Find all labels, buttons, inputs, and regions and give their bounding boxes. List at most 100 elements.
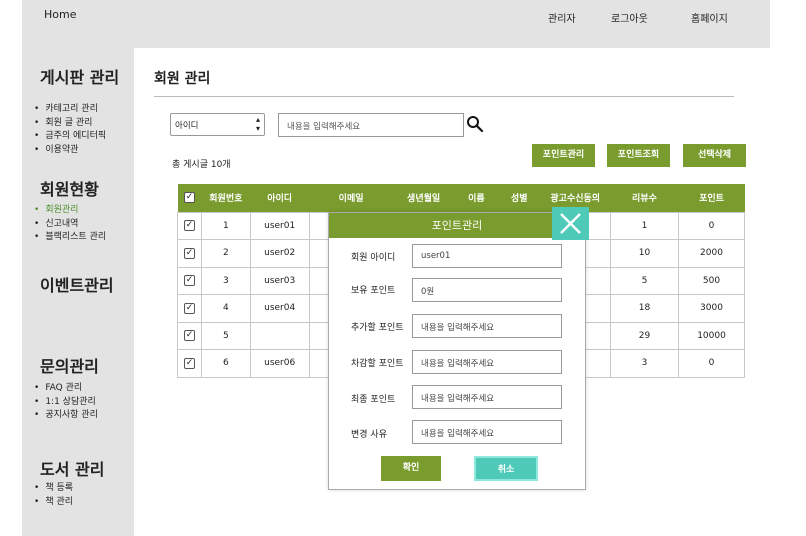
label-deduct-points: 차감할 포인트	[351, 359, 404, 369]
cell-points: 3000	[678, 294, 745, 323]
point-manage-button[interactable]: 포인트관리	[532, 144, 595, 167]
logout-link[interactable]: 로그아웃	[611, 10, 648, 25]
col-name[interactable]: 이름	[454, 184, 499, 212]
final-points-field[interactable]: 내용을 입력해주세요	[412, 385, 562, 409]
sidebar-item-category[interactable]: 카테고리 관리	[34, 103, 106, 117]
row-checkbox[interactable]: ✓	[184, 247, 196, 259]
row-checkbox[interactable]: ✓	[184, 302, 196, 314]
confirm-button[interactable]: 확인	[381, 456, 441, 481]
sidebar-item-blacklist[interactable]: 블랙리스트 관리	[34, 231, 106, 245]
sidebar-section-event[interactable]: 이벤트관리	[40, 272, 114, 296]
cell-user-id: user04	[249, 294, 310, 323]
row-checkbox[interactable]: ✓	[184, 275, 196, 287]
title-divider	[154, 96, 734, 97]
cell-user-id: user03	[249, 266, 310, 295]
cell-member-no: 1	[201, 211, 251, 240]
cell-review-count: 29	[609, 321, 680, 350]
sidebar-item-notice[interactable]: 공지사항 관리	[34, 409, 98, 423]
select-arrows-icon: ▴ ▾	[255, 115, 260, 133]
select-all-checkbox[interactable]: ✓	[184, 192, 196, 204]
sidebar-board-list: 카테고리 관리 회원 글 관리 금주의 에디터픽 이용약관	[34, 103, 106, 157]
sidebar-section-inquiry[interactable]: 문의관리	[40, 353, 99, 377]
col-member-no[interactable]: 회원번호	[201, 184, 251, 212]
select-all-cell: ✓	[177, 184, 202, 212]
col-gender[interactable]: 성별	[498, 184, 541, 212]
cell-user-id: user01	[249, 211, 310, 240]
sidebar-item-reports[interactable]: 신고내역	[34, 218, 106, 232]
search-input[interactable]: 내용을 입력해주세요	[278, 113, 464, 137]
point-manage-modal: 포인트관리 회원 아이디 user01 보유 포인트 0원 추가할 포인트 내용…	[328, 212, 586, 490]
sidebar-item-book-register[interactable]: 책 등록	[34, 482, 73, 496]
point-view-button[interactable]: 포인트조회	[607, 144, 670, 167]
change-reason-field[interactable]: 내용을 입력해주세요	[412, 420, 562, 444]
cell-points: 0	[678, 211, 745, 240]
col-email[interactable]: 이메일	[309, 184, 393, 212]
modal-close-button[interactable]	[552, 207, 589, 240]
cell-member-no: 2	[201, 239, 251, 268]
sidebar-books-list: 책 등록 책 관리	[34, 482, 73, 509]
cell-points: 500	[678, 266, 745, 295]
post-count: 총 게시글 10개	[172, 160, 231, 170]
sidebar-item-book-manage[interactable]: 책 관리	[34, 496, 73, 510]
cell-review-count: 3	[609, 349, 680, 378]
cell-member-no: 5	[201, 321, 251, 350]
cell-review-count: 18	[609, 294, 680, 323]
sidebar-item-editor-pick[interactable]: 금주의 에디터픽	[34, 130, 106, 144]
delete-selected-button[interactable]: 선택삭제	[683, 144, 746, 167]
sidebar-item-consult[interactable]: 1:1 상담관리	[34, 396, 98, 410]
home-link[interactable]: Home	[44, 8, 76, 21]
row-checkbox-cell: ✓	[176, 211, 203, 240]
sidebar-members-list: 회원관리 신고내역 블랙리스트 관리	[34, 204, 106, 245]
row-checkbox[interactable]: ✓	[184, 330, 196, 342]
row-checkbox-cell: ✓	[176, 349, 203, 378]
cell-user-id: user06	[249, 349, 310, 378]
cell-points: 2000	[678, 239, 745, 268]
label-add-points: 추가할 포인트	[351, 323, 404, 333]
row-checkbox-cell: ✓	[176, 266, 203, 295]
sidebar-section-books[interactable]: 도서 관리	[40, 456, 104, 480]
row-checkbox-cell: ✓	[176, 294, 203, 323]
cell-user-id: user02	[249, 239, 310, 268]
col-user-id[interactable]: 아이디	[250, 184, 310, 212]
cell-review-count: 10	[609, 239, 680, 268]
member-id-field[interactable]: user01	[412, 244, 562, 268]
label-current-points: 보유 포인트	[351, 286, 396, 296]
current-points-field[interactable]: 0원	[412, 278, 562, 302]
col-points[interactable]: 포인트	[678, 184, 745, 212]
sidebar-item-faq[interactable]: FAQ 관리	[34, 382, 98, 396]
cell-member-no: 4	[201, 294, 251, 323]
sidebar-item-member-manage[interactable]: 회원관리	[34, 204, 106, 218]
row-checkbox-cell: ✓	[176, 321, 203, 350]
label-final-points: 최종 포인트	[351, 395, 396, 405]
cell-member-no: 3	[201, 266, 251, 295]
cell-member-no: 6	[201, 349, 251, 378]
label-change-reason: 변경 사유	[351, 430, 387, 440]
cell-points: 10000	[678, 321, 745, 350]
row-checkbox[interactable]: ✓	[184, 220, 196, 232]
homepage-link[interactable]: 홈페이지	[691, 10, 728, 25]
col-review-count[interactable]: 리뷰수	[610, 184, 679, 212]
top-bar: Home 관리자 로그아웃 홈페이지	[22, 0, 770, 48]
cell-user-id	[249, 321, 310, 350]
add-points-field[interactable]: 내용을 입력해주세요	[412, 314, 562, 338]
cancel-button[interactable]: 취소	[474, 456, 538, 481]
row-checkbox[interactable]: ✓	[184, 357, 196, 369]
search-type-value: 아이디	[175, 121, 199, 131]
app: Home 관리자 로그아웃 홈페이지 게시판 관리 카테고리 관리 회원 글 관…	[0, 0, 806, 536]
col-birthdate[interactable]: 생년월일	[392, 184, 455, 212]
sidebar-section-board[interactable]: 게시판 관리	[40, 64, 119, 88]
table-header-row: ✓ 회원번호 아이디 이메일 생년월일 이름 성별 광고수신동의 리뷰수 포인트	[177, 184, 745, 212]
row-checkbox-cell: ✓	[176, 239, 203, 268]
search-icon[interactable]	[466, 115, 484, 133]
deduct-points-field[interactable]: 내용을 입력해주세요	[412, 350, 562, 374]
search-type-select[interactable]: 아이디 ▴ ▾	[170, 113, 265, 136]
cell-points: 0	[678, 349, 745, 378]
admin-link[interactable]: 관리자	[548, 10, 576, 25]
sidebar-item-member-posts[interactable]: 회원 글 관리	[34, 117, 106, 131]
cell-review-count: 1	[609, 211, 680, 240]
sidebar-section-members[interactable]: 회원현황	[40, 176, 99, 200]
label-member-id: 회원 아이디	[351, 253, 396, 263]
sidebar: 게시판 관리 카테고리 관리 회원 글 관리 금주의 에디터픽 이용약관 회원현…	[22, 48, 134, 536]
sidebar-item-terms[interactable]: 이용약관	[34, 144, 106, 158]
page-title: 회원 관리	[154, 71, 211, 87]
